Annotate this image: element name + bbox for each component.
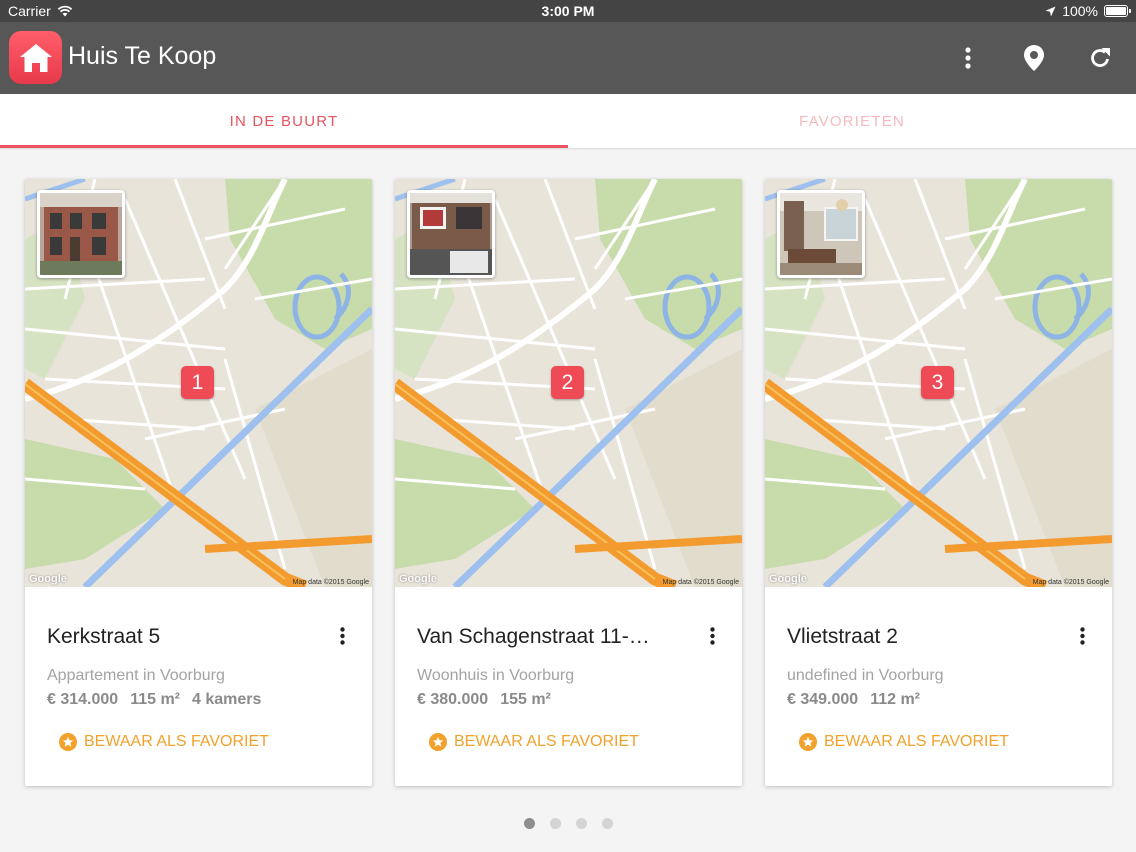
listing-type: Appartement in Voorburg <box>47 667 225 684</box>
listing-title: Vlietstraat 2 <box>787 625 898 648</box>
star-icon <box>799 733 817 751</box>
listing-map: 1 Google Map data ©2015 Google <box>25 179 372 587</box>
save-favorite-label: BEWAAR ALS FAVORIET <box>824 733 1009 750</box>
location-arrow-icon <box>1045 6 1056 16</box>
google-logo: Google <box>29 573 67 585</box>
page-dot[interactable] <box>575 818 587 829</box>
listing-area: 112 m² <box>870 691 920 708</box>
refresh-button[interactable] <box>1082 40 1118 76</box>
map-credit: Map data ©2015 Google <box>662 579 739 586</box>
listing-card[interactable]: 1 Google Map data ©2015 Google Kerkstraa… <box>25 179 372 786</box>
house-photo-icon <box>40 193 122 275</box>
listing-map: 2 Google Map data ©2015 Google <box>395 179 742 587</box>
map-credit: Map data ©2015 Google <box>1032 579 1109 586</box>
overflow-menu-button[interactable] <box>950 40 986 76</box>
star-icon <box>59 733 77 751</box>
app-actions <box>950 40 1118 76</box>
listing-photo <box>37 190 125 278</box>
star-icon <box>429 733 447 751</box>
card-more-button[interactable] <box>332 623 352 649</box>
map-marker[interactable]: 3 <box>921 366 954 399</box>
refresh-icon <box>1091 48 1110 67</box>
card-more-button[interactable] <box>702 623 722 649</box>
house-photo-icon <box>410 193 492 275</box>
listing-specs: € 380.000 155 m² <box>417 691 551 709</box>
page-dot[interactable] <box>549 818 561 829</box>
app-bar: Huis Te Koop <box>0 22 1136 94</box>
listing-price: € 349.000 <box>787 691 859 708</box>
map-view-button[interactable] <box>1016 40 1052 76</box>
interior-photo-icon <box>780 193 862 275</box>
battery-percentage: 100% <box>1062 3 1098 19</box>
page-indicator <box>0 818 1136 829</box>
status-bar: Carrier 3:00 PM 100% <box>0 0 1136 22</box>
carrier-info: Carrier <box>8 3 73 19</box>
battery-icon <box>1104 5 1131 17</box>
listing-type: undefined in Voorburg <box>787 667 944 684</box>
map-credit: Map data ©2015 Google <box>292 579 369 586</box>
listing-title: Kerkstraat 5 <box>47 625 161 648</box>
page-dot[interactable] <box>601 818 613 829</box>
listing-card[interactable]: 2 Google Map data ©2015 Google Van Schag… <box>395 179 742 786</box>
save-favorite-label: BEWAAR ALS FAVORIET <box>454 733 639 750</box>
location-pin-icon <box>1024 45 1044 71</box>
listing-type: Woonhuis in Voorburg <box>417 667 575 684</box>
tab-bar: IN DE BUURT FAVORIETEN <box>0 94 1136 148</box>
listing-photo <box>407 190 495 278</box>
tab-favorieten[interactable]: FAVORIETEN <box>568 94 1136 148</box>
save-favorite-button[interactable]: BEWAAR ALS FAVORIET <box>799 733 1009 751</box>
app-title: Huis Te Koop <box>68 42 217 70</box>
save-favorite-button[interactable]: BEWAAR ALS FAVORIET <box>59 733 269 751</box>
house-icon <box>19 43 52 72</box>
more-vertical-icon <box>1079 627 1085 645</box>
page-dot[interactable] <box>523 818 535 829</box>
listing-map: 3 Google Map data ©2015 Google <box>765 179 1112 587</box>
save-favorite-label: BEWAAR ALS FAVORIET <box>84 733 269 750</box>
tab-in-de-buurt[interactable]: IN DE BUURT <box>0 94 568 148</box>
carrier-label: Carrier <box>8 3 51 19</box>
status-time: 3:00 PM <box>541 3 595 19</box>
listing-title: Van Schagenstraat 11-… <box>417 625 650 648</box>
wifi-icon <box>57 5 73 17</box>
listing-price: € 380.000 <box>417 691 489 708</box>
listing-area: 155 m² <box>500 691 551 708</box>
status-right: 100% <box>1045 3 1131 19</box>
more-vertical-icon <box>709 627 715 645</box>
listing-price: € 314.000 <box>47 691 119 708</box>
map-marker[interactable]: 1 <box>181 366 214 399</box>
listing-photo <box>777 190 865 278</box>
app-logo <box>9 31 62 84</box>
listing-specs: € 314.000 115 m² 4 kamers <box>47 691 261 709</box>
map-marker[interactable]: 2 <box>551 366 584 399</box>
listing-rooms: 4 kamers <box>192 691 262 708</box>
more-vertical-icon <box>339 627 345 645</box>
listing-specs: € 349.000 112 m² <box>787 691 920 709</box>
card-more-button[interactable] <box>1072 623 1092 649</box>
listing-card[interactable]: 3 Google Map data ©2015 Google Vlietstra… <box>765 179 1112 786</box>
more-vertical-icon <box>965 47 971 69</box>
save-favorite-button[interactable]: BEWAAR ALS FAVORIET <box>429 733 639 751</box>
google-logo: Google <box>769 573 807 585</box>
google-logo: Google <box>399 573 437 585</box>
listing-area: 115 m² <box>130 691 180 708</box>
